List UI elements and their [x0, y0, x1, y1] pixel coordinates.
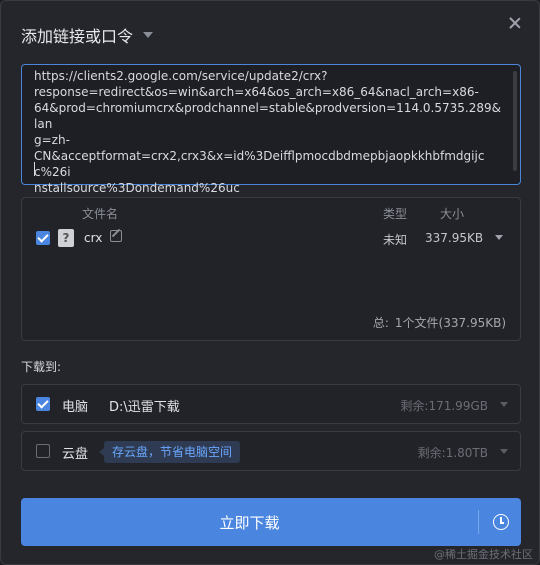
edit-icon[interactable] — [110, 230, 122, 242]
close-icon[interactable] — [507, 15, 523, 31]
chevron-down-icon[interactable] — [500, 402, 508, 407]
column-header-name: 文件名 — [82, 207, 119, 221]
url-input-text: https://clients2.google.com/service/upda… — [34, 69, 501, 195]
pc-checkbox[interactable] — [36, 397, 50, 411]
pc-label: 电脑 — [62, 400, 89, 415]
unknown-file-icon: ? — [58, 229, 74, 247]
file-size: 337.95KB — [425, 231, 484, 245]
button-divider — [478, 510, 479, 534]
cloud-checkbox[interactable] — [36, 444, 50, 458]
download-button-group: 立即下载 — [21, 498, 521, 546]
add-link-dialog: 添加链接或口令 https://clients2.google.com/serv… — [0, 0, 540, 565]
chevron-down-icon[interactable] — [500, 449, 508, 454]
url-scrollbar[interactable] — [513, 71, 517, 171]
url-input[interactable]: https://clients2.google.com/service/upda… — [21, 64, 521, 195]
chevron-down-icon[interactable] — [143, 32, 154, 38]
clock-icon[interactable] — [493, 514, 509, 530]
file-list: 文件名 类型 大小 ? crx 未知 337.95KB 总: 1个文件(337.… — [21, 197, 521, 341]
file-checkbox[interactable] — [36, 231, 50, 245]
column-header-type: 类型 — [383, 207, 408, 221]
file-name: crx — [84, 231, 103, 245]
destination-cloud[interactable]: 云盘 存云盘，节省电脑空间 剩余:1.80TB — [21, 431, 521, 471]
download-path[interactable]: D:\迅雷下载 — [109, 396, 180, 415]
cloud-free-space: 剩余:1.80TB — [417, 446, 488, 460]
download-now-button[interactable]: 立即下载 — [21, 498, 478, 546]
cloud-label: 云盘 — [62, 447, 89, 462]
column-header-size: 大小 — [440, 207, 465, 221]
watermark: @稀土掘金技术社区 — [434, 548, 533, 561]
cloud-tip-badge: 存云盘，节省电脑空间 — [98, 441, 241, 463]
destination-pc[interactable]: 电脑 D:\迅雷下载 剩余:171.99GB — [21, 384, 521, 424]
total-label: 总: — [372, 316, 389, 330]
text-cursor — [34, 162, 35, 176]
chevron-down-icon[interactable] — [495, 235, 503, 240]
dialog-header: 添加链接或口令 — [21, 23, 154, 47]
file-total: 总: 1个文件(337.95KB) — [373, 314, 506, 331]
dialog-title: 添加链接或口令 — [21, 27, 134, 46]
pc-free-space: 剩余:171.99GB — [400, 399, 488, 413]
download-to-label: 下载到: — [21, 360, 62, 374]
file-type: 未知 — [383, 233, 408, 247]
total-value: 1个文件(337.95KB) — [394, 316, 506, 330]
